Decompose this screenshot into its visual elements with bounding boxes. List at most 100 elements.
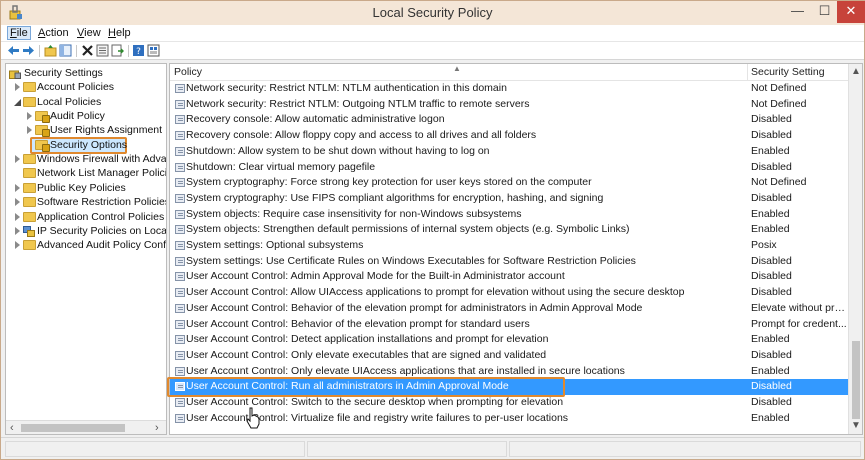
back-icon[interactable] [7, 44, 20, 57]
security-setting-value: Enabled [751, 223, 790, 236]
table-row[interactable]: User Account Control: Allow UIAccess app… [170, 285, 848, 301]
status-cell [509, 441, 861, 457]
policy-item-icon [175, 178, 185, 188]
security-setting-value: Disabled [751, 191, 792, 204]
expand-arrow-icon[interactable] [15, 155, 20, 163]
security-setting-value: Posix [751, 239, 777, 251]
properties-icon[interactable] [96, 44, 109, 57]
scrollbar-thumb[interactable] [21, 424, 125, 432]
table-row[interactable]: Shutdown: Allow system to be shut down w… [170, 144, 848, 160]
tree-item-label: Software Restriction Policies [37, 196, 167, 208]
menu-bar: File Action View Help [1, 25, 864, 42]
expand-arrow-icon[interactable] [15, 184, 20, 192]
policy-name: Shutdown: Allow system to be shut down w… [186, 144, 490, 157]
help-icon[interactable]: ? [132, 44, 145, 57]
policy-item-icon [175, 241, 185, 250]
policy-item-icon [175, 162, 185, 172]
export-list-icon[interactable] [111, 44, 124, 57]
policy-item-icon [175, 366, 185, 376]
tree-item-label: Security Options [50, 139, 128, 151]
folder-icon [23, 168, 36, 178]
close-button[interactable]: ✕ [837, 1, 865, 23]
policy-item-icon [175, 413, 185, 423]
title-bar[interactable]: Local Security Policy — ☐ ✕ [1, 1, 865, 25]
table-row[interactable]: System objects: Require case insensitivi… [170, 207, 848, 223]
security-setting-value: Enabled [751, 207, 790, 220]
table-row[interactable]: System cryptography: Force strong key pr… [170, 175, 848, 191]
table-row[interactable]: User Account Control: Virtualize file an… [170, 411, 848, 427]
table-row[interactable]: System settings: Use Certificate Rules o… [170, 254, 848, 270]
table-row[interactable]: Recovery console: Allow floppy copy and … [170, 128, 848, 144]
maximize-button[interactable]: ☐ [811, 1, 838, 23]
expand-arrow-icon[interactable] [15, 227, 20, 235]
scroll-down-icon[interactable]: ▼ [851, 420, 861, 431]
scroll-up-icon[interactable]: ▲ [851, 66, 861, 77]
expand-arrow-icon[interactable] [15, 83, 20, 91]
menu-help[interactable]: Help [108, 27, 131, 39]
list-vertical-scrollbar[interactable]: ▲ ▼ [848, 64, 862, 434]
column-divider[interactable] [747, 64, 748, 81]
security-setting-value: Disabled [751, 380, 792, 393]
table-row[interactable]: User Account Control: Admin Approval Mod… [170, 269, 848, 285]
policy-name: User Account Control: Virtualize file an… [186, 411, 569, 424]
table-row[interactable]: System settings: Optional subsystems Posi… [170, 238, 848, 254]
tree-item-label: Security Settings [24, 67, 103, 79]
policy-name: User Account Control: Detect application… [186, 333, 549, 346]
forward-icon[interactable] [22, 44, 35, 57]
view-icon[interactable] [147, 44, 160, 57]
table-row[interactable]: System cryptography: Use FIPS compliant … [170, 191, 848, 207]
scroll-left-icon[interactable]: ‹ [10, 421, 14, 434]
toolbar: ? [1, 42, 864, 60]
navigation-tree[interactable]: Security Settings Account Policies Local… [5, 63, 167, 435]
delete-icon[interactable] [81, 44, 94, 57]
expand-arrow-icon[interactable] [27, 112, 32, 120]
tree-item-label: Application Control Policies [37, 211, 165, 223]
policy-item-icon [175, 193, 185, 203]
table-row[interactable]: Network security: Restrict NTLM: Outgoin… [170, 97, 848, 113]
scroll-right-icon[interactable]: › [155, 421, 159, 434]
table-row[interactable]: Recovery console: Allow automatic admini… [170, 112, 848, 128]
tree-horizontal-scrollbar[interactable]: ‹ › [6, 420, 166, 434]
tree-item-label: User Rights Assignment [50, 124, 163, 136]
security-setting-value: Enabled [751, 333, 790, 346]
menu-action[interactable]: Action [38, 27, 69, 39]
menu-view[interactable]: View [77, 27, 101, 39]
collapse-arrow-icon[interactable] [14, 99, 21, 106]
security-settings-icon [9, 70, 21, 79]
table-row-selected[interactable]: User Account Control: Run all administra… [170, 379, 848, 395]
tree-item-label: Advanced Audit Policy Config [37, 239, 167, 251]
tree-item-label: Local Policies [37, 96, 102, 108]
policy-item-icon [175, 99, 185, 109]
security-setting-value: Disabled [751, 348, 792, 361]
security-setting-value: Disabled [751, 286, 792, 299]
policy-name: User Account Control: Only elevate UIAcc… [186, 364, 625, 377]
status-cell [5, 441, 305, 457]
security-setting-value: Disabled [751, 129, 792, 142]
table-row[interactable]: System objects: Strengthen default permi… [170, 222, 848, 238]
table-row[interactable]: User Account Control: Detect application… [170, 332, 848, 348]
expand-arrow-icon[interactable] [27, 126, 32, 134]
policy-list[interactable]: Policy ▲ Security Setting Network securi… [169, 63, 863, 435]
show-hide-tree-icon[interactable] [59, 44, 72, 57]
expand-arrow-icon[interactable] [15, 213, 20, 221]
expand-arrow-icon[interactable] [15, 241, 20, 249]
folder-icon [23, 183, 36, 193]
policy-name: User Account Control: Behavior of the el… [186, 317, 530, 330]
table-row[interactable]: User Account Control: Only elevate UIAcc… [170, 364, 848, 380]
minimize-button[interactable]: — [784, 1, 811, 23]
up-folder-icon[interactable] [44, 44, 57, 57]
table-row[interactable]: User Account Control: Behavior of the el… [170, 317, 848, 333]
table-row[interactable]: Shutdown: Clear virtual memory pagefile D… [170, 160, 848, 176]
scrollbar-thumb[interactable] [852, 341, 860, 419]
table-row[interactable]: Network security: Restrict NTLM: NTLM au… [170, 81, 848, 97]
security-setting-value: Disabled [751, 254, 792, 267]
menu-file[interactable]: File [7, 26, 31, 40]
table-row[interactable]: User Account Control: Switch to the secu… [170, 395, 848, 411]
table-row[interactable]: User Account Control: Behavior of the el… [170, 301, 848, 317]
column-header-security-setting[interactable]: Security Setting [751, 66, 825, 78]
security-setting-value: Not Defined [751, 97, 807, 110]
column-header-policy[interactable]: Policy [174, 66, 202, 78]
policy-item-icon [175, 84, 185, 93]
expand-arrow-icon[interactable] [15, 198, 20, 206]
table-row[interactable]: User Account Control: Only elevate execu… [170, 348, 848, 364]
